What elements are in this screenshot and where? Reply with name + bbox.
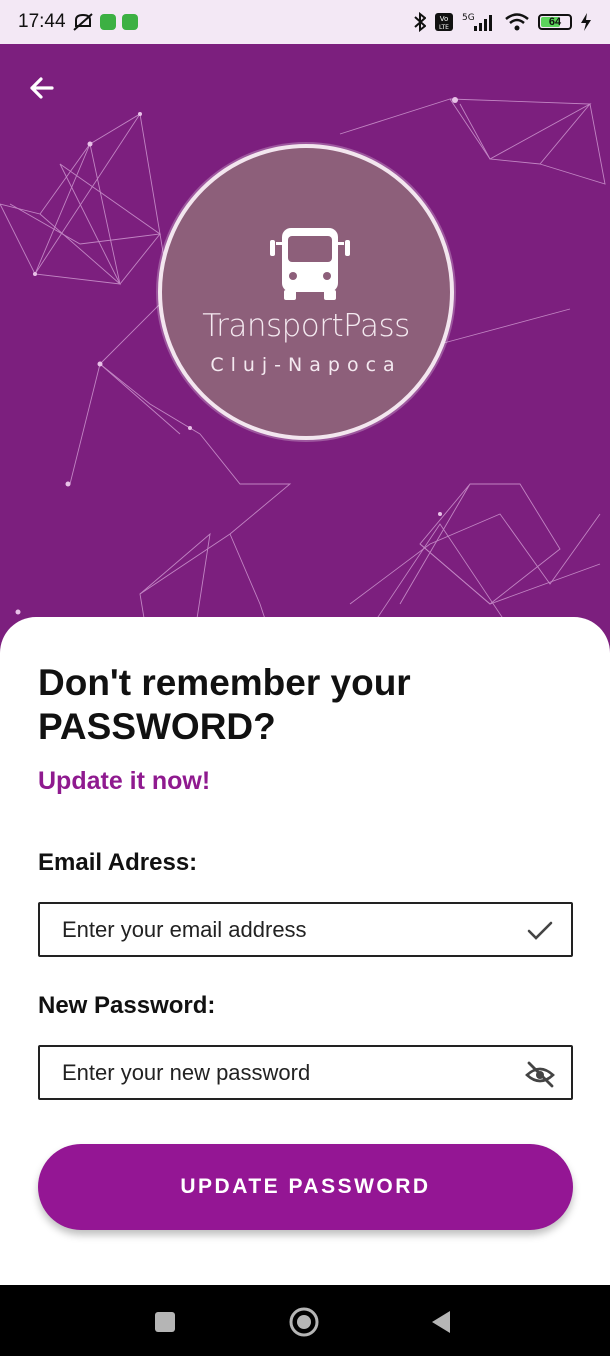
arrow-left-icon[interactable] <box>22 68 62 108</box>
bluetooth-icon <box>414 12 426 32</box>
update-password-button[interactable]: UPDATE PASSWORD <box>38 1144 573 1230</box>
logo-title: TransportPass <box>202 308 410 344</box>
5g-signal-icon: 5G <box>462 13 492 31</box>
app-notification-icon <box>121 14 138 30</box>
mute-icon <box>72 13 93 31</box>
email-placeholder: Enter your email address <box>62 916 307 942</box>
svg-text:LTE: LTE <box>439 24 449 31</box>
home-icon[interactable] <box>289 1307 319 1337</box>
hero-banner: TransportPass Cluj-Napoca <box>0 44 610 664</box>
status-right: Vo LTE 5G 64 <box>414 12 592 32</box>
logo-subtitle: Cluj-Napoca <box>210 354 402 376</box>
charging-icon <box>581 13 591 31</box>
new-password-label: New Password: <box>38 992 216 1019</box>
reset-password-card: Don't remember your PASSWORD? Update it … <box>0 617 610 1285</box>
check-icon <box>527 921 553 940</box>
system-nav-bar <box>0 1285 610 1356</box>
bus-icon <box>270 228 350 300</box>
svg-text:Vo: Vo <box>440 15 449 23</box>
svg-text:5G: 5G <box>462 13 475 23</box>
email-label: Email Adress: <box>38 849 198 876</box>
email-field[interactable]: Enter your email address <box>38 902 573 957</box>
status-bar: 17:44 Vo LTE 5G 64 <box>0 0 610 44</box>
eye-off-icon[interactable] <box>525 1059 555 1089</box>
status-left: 17:44 <box>18 11 138 33</box>
wifi-icon <box>505 13 529 31</box>
app-logo: TransportPass Cluj-Napoca <box>158 144 454 440</box>
app-notification-icon <box>99 14 116 30</box>
page-title: Don't remember your PASSWORD? <box>38 662 411 747</box>
battery-icon: 64 <box>538 14 572 30</box>
back-triangle-icon[interactable] <box>426 1307 456 1337</box>
password-placeholder: Enter your new password <box>62 1059 311 1085</box>
recents-icon[interactable] <box>150 1307 180 1337</box>
new-password-field[interactable]: Enter your new password <box>38 1045 573 1100</box>
volte-icon: Vo LTE <box>435 13 453 31</box>
page-subtitle: Update it now! <box>38 767 211 795</box>
status-time: 17:44 <box>18 11 66 32</box>
battery-level: 64 <box>548 16 562 28</box>
